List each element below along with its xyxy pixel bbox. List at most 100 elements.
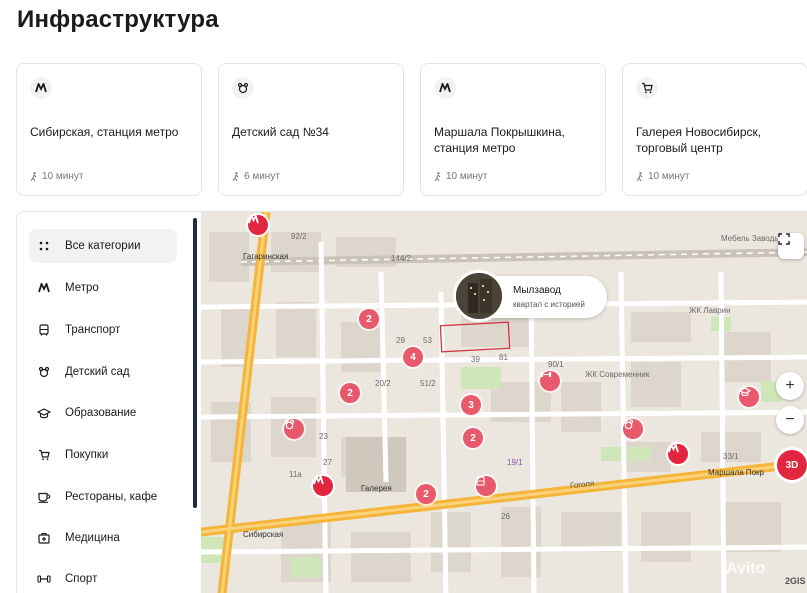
graduation-cap-icon bbox=[739, 387, 751, 397]
cluster-marker[interactable]: 2 bbox=[416, 484, 436, 504]
map-view[interactable]: Гагаринская Сибирская Маршала Покр Гогол… bbox=[201, 212, 807, 593]
project-subtitle: квартал с историей bbox=[513, 300, 585, 309]
sport-marker[interactable] bbox=[540, 371, 560, 391]
infrastructure-panel: Все категории Метро Транспорт Детский са… bbox=[16, 211, 807, 593]
category-label: Метро bbox=[65, 282, 99, 294]
category-shopping[interactable]: Покупки bbox=[29, 438, 177, 472]
zoom-in-button[interactable]: + bbox=[776, 372, 804, 400]
map-label-building: 144/2 bbox=[391, 254, 412, 263]
map-label-building: 51/2 bbox=[420, 379, 436, 388]
category-label: Детский сад bbox=[65, 366, 130, 378]
map-label-building: 11а bbox=[289, 470, 302, 479]
poi-card-name: Галерея Новосибирск, торговый центр bbox=[636, 125, 762, 155]
zoom-out-button[interactable]: − bbox=[776, 406, 804, 434]
cluster-marker[interactable]: 3 bbox=[461, 395, 481, 415]
category-label: Медицина bbox=[65, 532, 120, 544]
map-label-building: 92/2 bbox=[291, 232, 307, 241]
page-title: Инфраструктура bbox=[17, 6, 219, 33]
fullscreen-icon bbox=[778, 233, 790, 245]
map-label-building: 29 bbox=[396, 336, 405, 345]
kindergarten-icon bbox=[623, 419, 634, 430]
category-label: Покупки bbox=[65, 449, 109, 461]
poi-card-galereya[interactable]: Галерея Новосибирск, торговый центр 10 м… bbox=[622, 63, 807, 196]
category-label: Рестораны, кафе bbox=[65, 491, 158, 503]
education-marker[interactable] bbox=[739, 387, 759, 407]
walking-icon bbox=[30, 171, 37, 181]
poi-card-name: Сибирская, станция метро bbox=[30, 125, 179, 139]
map-label-building: 81 bbox=[499, 353, 508, 362]
category-all[interactable]: Все категории bbox=[29, 229, 177, 263]
map-label-building: 90/1 bbox=[548, 360, 564, 369]
cluster-marker[interactable]: 4 bbox=[403, 347, 423, 367]
cluster-marker[interactable]: 2 bbox=[340, 383, 360, 403]
sidebar-scrollbar[interactable] bbox=[193, 218, 197, 508]
map-label-building: 39 bbox=[471, 355, 480, 364]
category-label: Спорт bbox=[65, 573, 98, 585]
2gis-logo: 2GIS bbox=[785, 576, 806, 586]
category-metro[interactable]: Метро bbox=[29, 271, 177, 305]
kindergarten-marker[interactable] bbox=[623, 419, 643, 439]
transport-marker[interactable] bbox=[476, 476, 496, 496]
cluster-marker[interactable]: 2 bbox=[463, 428, 483, 448]
walking-icon bbox=[232, 171, 239, 181]
bus-icon bbox=[476, 476, 485, 486]
map-label-zhk-lavrin: ЖК Лаврин bbox=[689, 306, 731, 315]
category-sidebar: Все категории Метро Транспорт Детский са… bbox=[17, 212, 197, 593]
walk-time: 10 минут bbox=[30, 171, 83, 182]
map-background bbox=[201, 212, 807, 593]
map-label-building: 53 bbox=[423, 336, 432, 345]
poi-card-name: Детский сад №34 bbox=[232, 125, 329, 139]
coffee-cup-icon bbox=[29, 492, 59, 503]
map-label-galereya: Галерея bbox=[361, 484, 392, 493]
category-sport[interactable]: Спорт bbox=[29, 562, 177, 593]
metro-marker-sibirskaya[interactable] bbox=[313, 476, 333, 496]
dumbbell-icon bbox=[540, 371, 552, 378]
shopping-cart-icon bbox=[636, 77, 658, 99]
map-label-zhk-sovremennik: ЖК Современник bbox=[585, 370, 650, 379]
walk-time: 6 минут bbox=[232, 171, 280, 182]
kindergarten-icon bbox=[284, 419, 295, 430]
metro-icon bbox=[29, 283, 59, 293]
metro-icon bbox=[434, 77, 456, 99]
walking-icon bbox=[434, 171, 441, 181]
fullscreen-button[interactable] bbox=[778, 233, 804, 259]
graduation-cap-icon bbox=[29, 407, 59, 419]
project-callout[interactable]: Мылзавод квартал с историей bbox=[453, 270, 607, 322]
walk-time: 10 минут bbox=[434, 171, 487, 182]
dumbbell-icon bbox=[29, 575, 59, 583]
kindergarten-icon bbox=[232, 77, 254, 99]
avito-watermark: Avito bbox=[726, 560, 766, 577]
category-label: Все категории bbox=[65, 240, 141, 252]
shopping-cart-icon bbox=[29, 449, 59, 461]
project-name: Мылзавод bbox=[513, 285, 561, 296]
map-label-pokryshkina: Маршала Покр bbox=[708, 468, 765, 477]
category-transport[interactable]: Транспорт bbox=[29, 313, 177, 347]
map-label-building: 19/1 bbox=[507, 458, 523, 467]
category-education[interactable]: Образование bbox=[29, 396, 177, 430]
metro-marker-pokryshkina[interactable] bbox=[668, 444, 688, 464]
category-label: Образование bbox=[65, 407, 137, 419]
category-kindergarten[interactable]: Детский сад bbox=[29, 355, 177, 389]
poi-card-name: Маршала Покрышкина, станция метро bbox=[434, 125, 565, 155]
3d-toggle-button[interactable]: 3D bbox=[777, 450, 807, 480]
metro-icon bbox=[30, 77, 52, 99]
category-medicine[interactable]: Медицина bbox=[29, 521, 177, 555]
metro-marker-gagarinskaya[interactable] bbox=[248, 215, 268, 235]
map-label-sibirskaya: Сибирская bbox=[243, 530, 284, 539]
kindergarten-icon bbox=[29, 366, 59, 378]
map-label-building: 33/1 bbox=[723, 452, 739, 461]
grid-dots-icon bbox=[29, 241, 59, 251]
category-label: Транспорт bbox=[65, 324, 121, 336]
walking-icon bbox=[636, 171, 643, 181]
medical-bag-icon bbox=[29, 532, 59, 544]
poi-card-kindergarten[interactable]: Детский сад №34 6 минут bbox=[218, 63, 404, 196]
kindergarten-marker[interactable] bbox=[284, 419, 304, 439]
map-label-building: 26 bbox=[501, 512, 510, 521]
map-label-building: 20/2 bbox=[375, 379, 391, 388]
category-restaurants[interactable]: Рестораны, кафе bbox=[29, 480, 177, 514]
poi-card-pokryshkina[interactable]: Маршала Покрышкина, станция метро 10 мин… bbox=[420, 63, 606, 196]
map-label-mebel: Мебель Заводь bbox=[721, 234, 779, 243]
cluster-marker[interactable]: 2 bbox=[359, 309, 379, 329]
walk-time: 10 минут bbox=[636, 171, 689, 182]
poi-card-sibirskaya[interactable]: Сибирская, станция метро 10 минут bbox=[16, 63, 202, 196]
